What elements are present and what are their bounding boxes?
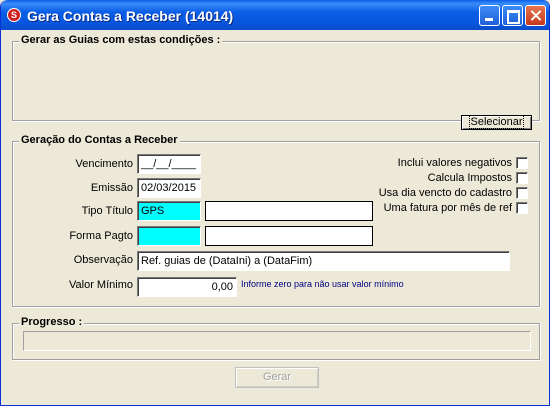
option-inclui-negativos-checkbox[interactable] [516, 156, 528, 169]
progress-group-label: Progresso : [19, 316, 85, 328]
maximize-button[interactable] [502, 5, 523, 26]
conditions-group-label: Gerar as Guias com estas condições : [19, 34, 223, 46]
option-usa-dia-vencto-checkbox[interactable] [516, 186, 528, 199]
option-calcula-impostos-label: Calcula Impostos [427, 171, 512, 184]
tipo-titulo-field[interactable]: GPS [137, 201, 201, 221]
conditions-group: Gerar as Guias com estas condições : [12, 34, 540, 121]
app-icon: S [7, 8, 21, 22]
selecionar-button[interactable]: Selecionar [461, 115, 532, 130]
option-uma-fatura[interactable]: Uma fatura por mês de ref [384, 201, 528, 214]
vencimento-field[interactable]: __/__/____ [137, 154, 201, 174]
option-uma-fatura-label: Uma fatura por mês de ref [383, 201, 512, 214]
option-inclui-negativos-label: Inclui valores negativos [397, 156, 512, 169]
forma-pagto-label: Forma Pagto [69, 230, 133, 242]
option-usa-dia-vencto-label: Usa dia vencto do cadastro [378, 186, 512, 199]
observacao-label: Observação [73, 254, 133, 266]
title-bar[interactable]: S Gera Contas a Receber (14014) [1, 0, 549, 30]
close-button[interactable] [525, 5, 546, 26]
option-uma-fatura-checkbox[interactable] [516, 201, 528, 214]
window-title: Gera Contas a Receber (14014) [27, 8, 234, 24]
option-inclui-negativos[interactable]: Inclui valores negativos [398, 156, 528, 169]
forma-pagto-description [205, 226, 373, 246]
option-calcula-impostos-checkbox[interactable] [516, 171, 528, 184]
valor-minimo-label: Valor Mínimo [69, 279, 133, 291]
selecionar-button-label: Selecionar [468, 115, 525, 129]
option-usa-dia-vencto[interactable]: Usa dia vencto do cadastro [379, 186, 528, 199]
forma-pagto-field[interactable] [137, 226, 201, 246]
gerar-button[interactable]: Gerar [235, 367, 319, 388]
valor-minimo-hint: Informe zero para não usar valor mínimo [241, 279, 404, 289]
observacao-field[interactable]: Ref. guias de (DataIni) a (DataFim) [137, 251, 510, 271]
minimize-button[interactable] [479, 5, 500, 26]
emissao-field[interactable]: 02/03/2015 [137, 178, 201, 198]
generation-group-label: Geração do Contas a Receber [19, 134, 180, 146]
option-calcula-impostos[interactable]: Calcula Impostos [428, 171, 528, 184]
main-window: S Gera Contas a Receber (14014) Gerar as… [0, 0, 550, 406]
tipo-titulo-description [205, 201, 373, 221]
tipo-titulo-label: Tipo Título [81, 205, 133, 217]
progress-bar [23, 331, 531, 351]
emissao-label: Emissão [90, 182, 133, 194]
vencimento-label: Vencimento [75, 158, 133, 170]
valor-minimo-field[interactable]: 0,00 [137, 277, 237, 297]
